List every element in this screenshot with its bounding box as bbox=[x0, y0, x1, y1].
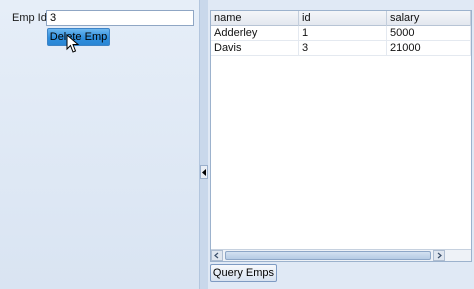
right-panel: name id salary Adderley 1 5000 Davis 3 2… bbox=[208, 0, 474, 289]
cell-name: Davis bbox=[211, 41, 299, 55]
table-row[interactable]: Davis 3 21000 bbox=[211, 41, 471, 56]
cell-name: Adderley bbox=[211, 26, 299, 40]
scrollbar-thumb[interactable] bbox=[225, 251, 431, 260]
horizontal-scrollbar[interactable] bbox=[211, 249, 471, 261]
cell-salary: 5000 bbox=[387, 26, 471, 40]
query-emps-button[interactable]: Query Emps bbox=[210, 264, 277, 282]
column-header-salary[interactable]: salary bbox=[387, 11, 471, 26]
chevron-left-icon bbox=[202, 169, 206, 176]
pointer-arrow-icon bbox=[66, 34, 80, 53]
table-header: name id salary bbox=[211, 11, 471, 26]
column-header-id[interactable]: id bbox=[299, 11, 387, 26]
cell-id: 3 bbox=[299, 41, 387, 55]
splitter-collapse-handle[interactable] bbox=[200, 165, 208, 179]
chevron-right-icon bbox=[437, 252, 442, 259]
cell-salary: 21000 bbox=[387, 41, 471, 55]
column-header-name[interactable]: name bbox=[211, 11, 299, 26]
left-panel: Emp Id Delete Emp bbox=[0, 0, 200, 289]
employee-table: name id salary Adderley 1 5000 Davis 3 2… bbox=[210, 10, 472, 262]
scroll-left-button[interactable] bbox=[211, 250, 223, 261]
scroll-right-button[interactable] bbox=[433, 250, 445, 261]
chevron-left-icon bbox=[214, 252, 219, 259]
cell-id: 1 bbox=[299, 26, 387, 40]
table-row[interactable]: Adderley 1 5000 bbox=[211, 26, 471, 41]
emp-id-input[interactable] bbox=[46, 10, 194, 26]
emp-id-label: Emp Id bbox=[12, 12, 47, 24]
panel-splitter[interactable] bbox=[200, 0, 208, 289]
